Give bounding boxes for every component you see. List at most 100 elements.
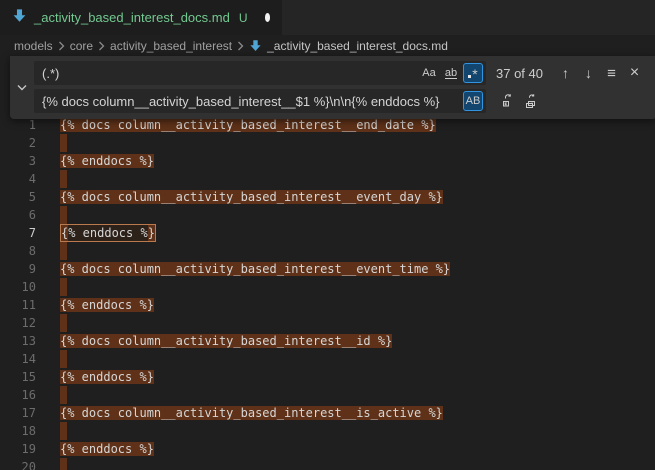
replace-button[interactable] xyxy=(496,90,519,112)
line-content xyxy=(60,242,67,260)
editor-line[interactable]: 2 xyxy=(0,134,655,152)
line-number: 13 xyxy=(0,332,36,350)
line-number: 12 xyxy=(0,314,36,332)
match-case-toggle[interactable]: Aa xyxy=(419,63,439,83)
empty-match-highlight xyxy=(60,386,67,404)
breadcrumb-item-core[interactable]: core xyxy=(70,39,93,53)
editor-line[interactable]: 19 {% enddocs %} xyxy=(0,440,655,458)
find-match-highlight: {% enddocs %} xyxy=(60,370,154,384)
line-number: 5 xyxy=(0,188,36,206)
editor-line[interactable]: 12 xyxy=(0,314,655,332)
line-content xyxy=(60,134,67,152)
line-content xyxy=(60,458,67,470)
close-find-button[interactable]: × xyxy=(623,62,646,84)
editor-line[interactable]: 7 {% enddocs %} xyxy=(0,224,655,242)
breadcrumb-item-models[interactable]: models xyxy=(14,39,53,53)
line-number: 10 xyxy=(0,278,36,296)
replace-input[interactable]: {% docs column__activity_based_interest_… xyxy=(34,89,486,113)
empty-match-highlight xyxy=(60,350,67,368)
line-content xyxy=(60,386,67,404)
tab-bar: _activity_based_interest_docs.md U xyxy=(0,0,655,35)
markdown-file-icon xyxy=(249,39,262,52)
chevron-right-icon xyxy=(98,41,105,51)
line-number: 19 xyxy=(0,440,36,458)
regex-toggle[interactable]: * xyxy=(463,63,483,83)
match-count: 37 of 40 xyxy=(496,66,554,81)
editor-line[interactable]: 18 xyxy=(0,422,655,440)
editor-line[interactable]: 6 xyxy=(0,206,655,224)
breadcrumb-item-folder[interactable]: activity_based_interest xyxy=(110,39,232,53)
current-find-match: {% enddocs %} xyxy=(60,224,156,242)
chevron-right-icon xyxy=(237,41,244,51)
line-number: 14 xyxy=(0,350,36,368)
line-number: 11 xyxy=(0,296,36,314)
editor-line[interactable]: 14 xyxy=(0,350,655,368)
line-content: {% enddocs %} xyxy=(60,296,154,314)
find-match-highlight: {% enddocs %} xyxy=(60,154,154,168)
replace-value: {% docs column__activity_based_interest_… xyxy=(42,94,461,109)
editor-line[interactable]: 8 xyxy=(0,242,655,260)
empty-match-highlight xyxy=(60,242,67,260)
replace-all-button[interactable] xyxy=(519,90,542,112)
toggle-replace-chevron-icon[interactable] xyxy=(10,61,34,113)
line-content: {% docs column__activity_based_interest_… xyxy=(60,404,443,422)
editor-line[interactable]: 3 {% enddocs %} xyxy=(0,152,655,170)
find-replace-widget: (.*) Aa ab * 37 of 40 ↑ ↓ ≡ × {% docs co… xyxy=(10,56,655,119)
line-content xyxy=(60,350,67,368)
line-number: 15 xyxy=(0,368,36,386)
editor-line[interactable]: 16 xyxy=(0,386,655,404)
line-content xyxy=(60,170,67,188)
line-number: 7 xyxy=(0,224,36,242)
modified-dot-icon[interactable] xyxy=(265,13,270,22)
editor-pane[interactable]: (.*) Aa ab * 37 of 40 ↑ ↓ ≡ × {% docs co… xyxy=(0,56,655,470)
line-number: 4 xyxy=(0,170,36,188)
find-match-highlight: {% docs column__activity_based_interest_… xyxy=(60,118,436,132)
line-content xyxy=(60,206,67,224)
find-query: (.*) xyxy=(42,66,417,81)
tab-strip-empty xyxy=(282,0,655,35)
line-number: 18 xyxy=(0,422,36,440)
regex-dot-icon xyxy=(468,75,471,78)
tab-filename: _activity_based_interest_docs.md xyxy=(34,10,230,25)
empty-match-highlight xyxy=(60,170,67,188)
editor-line[interactable]: 20 xyxy=(0,458,655,470)
line-number: 9 xyxy=(0,260,36,278)
find-match-highlight: {% enddocs %} xyxy=(60,298,154,312)
line-number: 20 xyxy=(0,458,36,470)
tab-active-file[interactable]: _activity_based_interest_docs.md U xyxy=(0,0,282,35)
editor-line[interactable]: 4 xyxy=(0,170,655,188)
editor-line[interactable]: 11 {% enddocs %} xyxy=(0,296,655,314)
git-status-badge: U xyxy=(239,11,248,25)
editor-line[interactable]: 15 {% enddocs %} xyxy=(0,368,655,386)
previous-match-button[interactable]: ↑ xyxy=(554,62,577,84)
line-content: {% enddocs %} xyxy=(60,224,156,242)
find-in-selection-button[interactable]: ≡ xyxy=(600,62,623,84)
editor-line[interactable]: 9 {% docs column__activity_based_interest… xyxy=(0,260,655,278)
editor-lines: 1{% docs column__activity_based_interest… xyxy=(0,116,655,470)
line-content: {% enddocs %} xyxy=(60,440,154,458)
line-number: 2 xyxy=(0,134,36,152)
empty-match-highlight xyxy=(60,278,67,296)
empty-match-highlight xyxy=(60,422,67,440)
line-content: {% docs column__activity_based_interest_… xyxy=(60,188,443,206)
line-number: 8 xyxy=(0,242,36,260)
editor-line[interactable]: 13 {% docs column__activity_based_interes… xyxy=(0,332,655,350)
line-content xyxy=(60,422,67,440)
breadcrumb-item-file[interactable]: _activity_based_interest_docs.md xyxy=(267,39,448,53)
next-match-button[interactable]: ↓ xyxy=(577,62,600,84)
chevron-right-icon xyxy=(58,41,65,51)
find-input[interactable]: (.*) Aa ab * xyxy=(34,61,486,85)
editor-line[interactable]: 17 {% docs column__activity_based_interes… xyxy=(0,404,655,422)
find-match-highlight: {% docs column__activity_based_interest_… xyxy=(60,262,450,276)
whole-word-toggle[interactable]: ab xyxy=(441,63,461,83)
editor-line[interactable]: 10 xyxy=(0,278,655,296)
editor-line[interactable]: 5 {% docs column__activity_based_interest… xyxy=(0,188,655,206)
empty-match-highlight xyxy=(60,314,67,332)
line-number: 3 xyxy=(0,152,36,170)
line-content: {% docs column__activity_based_interest_… xyxy=(60,332,392,350)
preserve-case-toggle[interactable]: AB xyxy=(463,91,483,111)
line-number: 17 xyxy=(0,404,36,422)
line-number: 6 xyxy=(0,206,36,224)
line-number: 16 xyxy=(0,386,36,404)
line-content xyxy=(60,314,67,332)
